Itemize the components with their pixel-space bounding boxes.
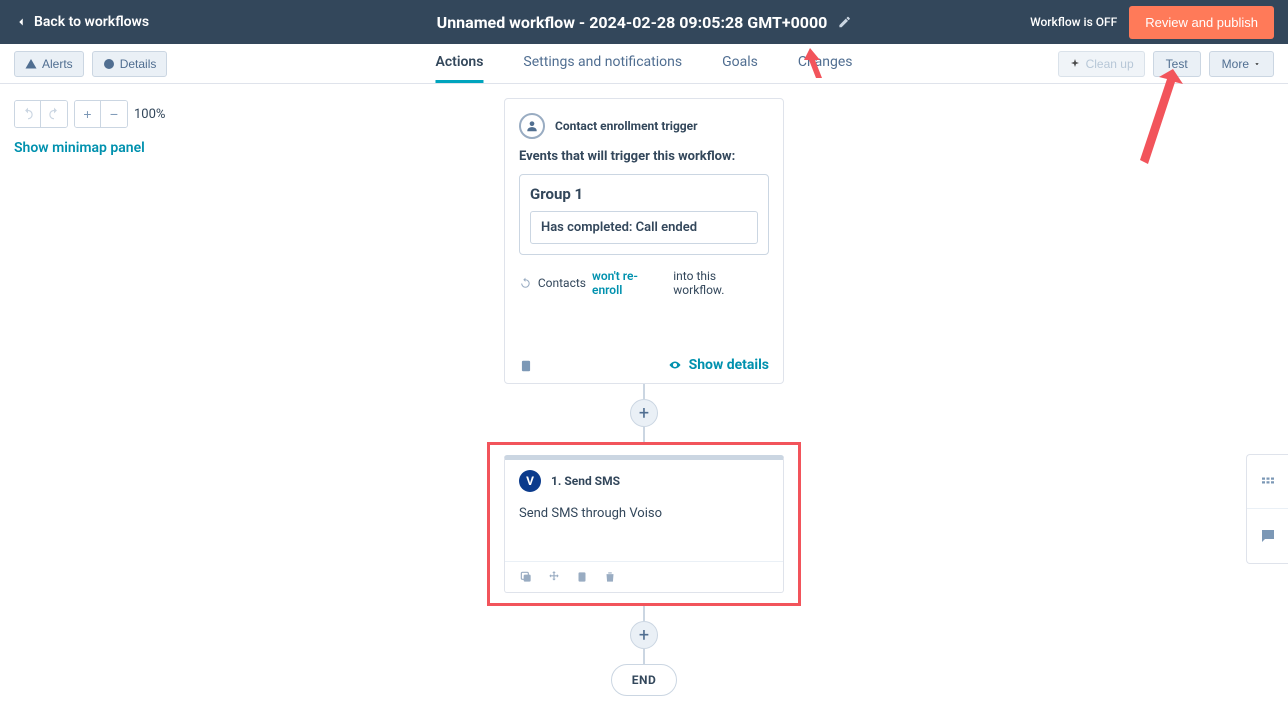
zoom-group: + − — [74, 100, 128, 128]
action-header: V 1. Send SMS — [519, 470, 769, 492]
review-publish-button[interactable]: Review and publish — [1129, 6, 1274, 39]
back-label: Back to workflows — [34, 14, 149, 30]
send-sms-card[interactable]: V 1. Send SMS Send SMS through Voiso — [504, 455, 784, 593]
dock-comments-button[interactable] — [1247, 509, 1288, 563]
zoom-controls: + − 100% — [14, 100, 165, 128]
connector — [643, 606, 645, 621]
enrollment-trigger-card[interactable]: Contact enrollment trigger Events that w… — [504, 98, 784, 384]
annotation-arrow-publish — [1128, 64, 1188, 178]
reenroll-row[interactable]: Contacts won't re-enroll into this workf… — [519, 269, 769, 297]
connector — [643, 649, 645, 664]
undo-button[interactable] — [15, 101, 41, 127]
tabs: Actions Settings and notifications Goals… — [435, 44, 852, 83]
action-description: Send SMS through Voiso — [519, 506, 769, 521]
details-label: Details — [120, 57, 157, 71]
right-dock — [1246, 454, 1288, 564]
trash-icon[interactable] — [603, 570, 617, 584]
tab-actions[interactable]: Actions — [435, 44, 483, 83]
add-action-button-2[interactable]: + — [630, 621, 658, 649]
zoom-out-button[interactable]: − — [101, 101, 127, 127]
dock-history-button[interactable] — [1247, 455, 1288, 509]
undo-redo-group — [14, 100, 68, 128]
workflow-canvas[interactable]: + − 100% Show minimap panel Contact enro… — [0, 84, 1288, 720]
connector — [643, 384, 645, 399]
reenroll-post: into this workflow. — [673, 269, 769, 297]
edit-title-icon[interactable] — [837, 15, 851, 29]
zoom-in-button[interactable]: + — [75, 101, 101, 127]
chevron-left-icon — [14, 15, 28, 29]
contact-icon — [519, 113, 545, 139]
show-details-label: Show details — [689, 357, 769, 373]
app-header: Back to workflows Unnamed workflow - 202… — [0, 0, 1288, 44]
reenroll-link[interactable]: won't re-enroll — [592, 269, 667, 297]
trigger-title: Contact enrollment trigger — [555, 119, 698, 133]
list-icon — [1259, 473, 1277, 491]
canvas-controls: + − 100% Show minimap panel — [14, 100, 165, 156]
annotation-arrow-title — [800, 44, 830, 84]
workflow-title: Unnamed workflow - 2024-02-28 09:05:28 G… — [437, 13, 828, 32]
action-body: V 1. Send SMS Send SMS through Voiso — [505, 460, 783, 561]
caret-down-icon — [1253, 60, 1261, 68]
more-button[interactable]: More — [1209, 51, 1274, 77]
trigger-events-label: Events that will trigger this workflow: — [519, 149, 769, 164]
connector — [643, 427, 645, 442]
tab-goals[interactable]: Goals — [722, 44, 758, 83]
sparkle-icon — [1069, 58, 1081, 70]
workflow-flow: Contact enrollment trigger Events that w… — [487, 98, 801, 696]
tab-settings[interactable]: Settings and notifications — [523, 44, 682, 83]
cleanup-label: Clean up — [1086, 57, 1134, 71]
trigger-footer: Show details — [519, 357, 769, 373]
alerts-label: Alerts — [42, 57, 73, 71]
header-right: Workflow is OFF Review and publish — [1030, 6, 1274, 39]
trigger-card-header: Contact enrollment trigger — [519, 113, 769, 139]
secondary-left: Alerts Details — [14, 51, 167, 77]
title-area: Unnamed workflow - 2024-02-28 09:05:28 G… — [437, 13, 852, 32]
zoom-level: 100% — [134, 107, 165, 122]
notes-icon[interactable] — [519, 358, 533, 372]
move-icon[interactable] — [547, 570, 561, 584]
action-highlight: V 1. Send SMS Send SMS through Voiso — [487, 442, 801, 606]
details-button[interactable]: Details — [92, 51, 168, 77]
action-footer — [505, 561, 783, 592]
clipboard-icon[interactable] — [575, 570, 589, 584]
more-label: More — [1222, 57, 1249, 71]
eye-icon — [667, 359, 683, 371]
redo-button[interactable] — [41, 101, 67, 127]
alerts-button[interactable]: Alerts — [14, 51, 84, 77]
show-minimap-link[interactable]: Show minimap panel — [14, 140, 145, 156]
comment-icon — [1259, 527, 1277, 545]
action-title: 1. Send SMS — [551, 474, 620, 488]
reenroll-pre: Contacts — [538, 276, 586, 290]
end-node: END — [611, 664, 678, 696]
workflow-status: Workflow is OFF — [1030, 15, 1117, 29]
info-icon — [103, 58, 115, 70]
back-to-workflows-link[interactable]: Back to workflows — [14, 14, 149, 30]
trigger-group-title: Group 1 — [530, 185, 758, 203]
refresh-icon — [519, 277, 532, 290]
copy-icon[interactable] — [519, 570, 533, 584]
show-details-link[interactable]: Show details — [667, 357, 769, 373]
add-action-button-1[interactable]: + — [630, 399, 658, 427]
alert-icon — [25, 58, 37, 70]
voiso-icon: V — [519, 470, 541, 492]
trigger-group-box: Group 1 Has completed: Call ended — [519, 174, 769, 255]
trigger-rule[interactable]: Has completed: Call ended — [530, 211, 758, 244]
secondary-bar: Alerts Details Actions Settings and noti… — [0, 44, 1288, 84]
